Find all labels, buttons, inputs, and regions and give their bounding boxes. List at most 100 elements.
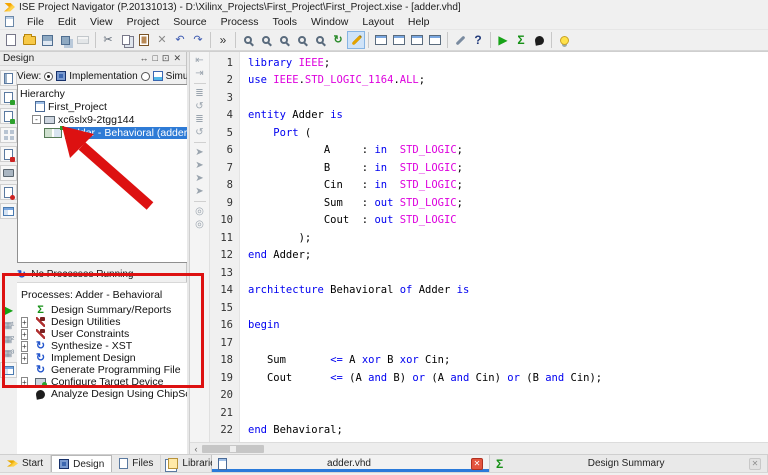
zoom-prev-icon[interactable] [311, 31, 329, 49]
wrench-settings-icon[interactable] [451, 31, 469, 49]
indent-decrease-icon[interactable]: ⇤ [195, 55, 203, 66]
code-line[interactable]: 18 Sum <= A xor B xor Cin; [210, 352, 768, 370]
nav-forward-icon[interactable]: ◎ [195, 219, 204, 230]
zoom-fit-icon[interactable] [275, 31, 293, 49]
menu-item[interactable]: Window [304, 16, 355, 28]
add-source-icon[interactable] [0, 89, 17, 105]
tree-item[interactable]: Adder - Behavioral (adder.vhd) [20, 126, 212, 139]
undo-icon[interactable] [171, 31, 189, 49]
menu-item[interactable]: Edit [51, 16, 83, 28]
expander-icon[interactable]: + [21, 377, 28, 388]
process-view-2-icon[interactable]: ▦² [4, 334, 14, 345]
process-view-3-icon[interactable]: ▦³ [4, 348, 14, 359]
scrollbar-thumb[interactable] [202, 445, 264, 453]
tile-windows-icon[interactable] [408, 31, 426, 49]
code-line[interactable]: 3 [210, 89, 768, 107]
code-line[interactable]: 11 ); [210, 229, 768, 247]
process-table-icon[interactable] [0, 362, 17, 378]
document-tab-adder.vhd[interactable]: adder.vhd✕ [212, 455, 490, 472]
add-copy-of-source-icon[interactable] [0, 108, 17, 124]
expander-icon[interactable]: + [21, 317, 28, 328]
chipscope-icon[interactable] [530, 31, 548, 49]
tips-icon[interactable] [555, 31, 573, 49]
bookmark-next-icon[interactable]: ➤ [195, 160, 203, 171]
close-tab-icon[interactable]: ✕ [471, 458, 483, 470]
code-line[interactable]: 22end Behavioral; [210, 422, 768, 440]
code-line[interactable]: 9 Sum : out STD_LOGIC; [210, 194, 768, 212]
code-line[interactable]: 7 B : in STD_LOGIC; [210, 159, 768, 177]
code-line[interactable]: 17 [210, 334, 768, 352]
process-item[interactable]: Generate Programming File [21, 364, 213, 376]
open-project-icon[interactable] [20, 31, 38, 49]
redo-fold-icon[interactable]: ↺ [195, 127, 203, 138]
code-line[interactable]: 21 [210, 404, 768, 422]
cut-icon[interactable] [99, 31, 117, 49]
snapshot-icon[interactable] [0, 165, 17, 181]
tree-item[interactable]: First_Project [20, 100, 212, 113]
panel-dock-icon[interactable]: ⊡ [160, 54, 172, 63]
save-icon[interactable] [38, 31, 56, 49]
expander-icon[interactable]: + [21, 353, 28, 364]
process-item[interactable]: +Synthesize - XST [21, 340, 213, 352]
editor-horizontal-scrollbar[interactable]: ‹ [190, 442, 768, 454]
zoom-region-icon[interactable] [293, 31, 311, 49]
tree-item[interactable]: -xc6slx9-2tgg144 [20, 113, 212, 126]
float-window-icon[interactable] [426, 31, 444, 49]
new-window-icon[interactable] [372, 31, 390, 49]
process-item[interactable]: +Configure Target Device [21, 376, 213, 388]
menu-item[interactable]: File [20, 16, 51, 28]
code-line[interactable]: 13 [210, 264, 768, 282]
panel-maximize-icon[interactable]: □ [150, 54, 159, 63]
new-source-icon[interactable] [0, 127, 17, 143]
bookmark-prev-icon[interactable]: ➤ [195, 173, 203, 184]
close-tab-icon[interactable]: ✕ [749, 458, 761, 470]
snap-to-grid-icon[interactable] [347, 31, 365, 49]
run-process-side-icon[interactable]: ▶ [4, 303, 13, 317]
expander-icon[interactable]: + [21, 329, 28, 340]
print-icon[interactable] [74, 31, 92, 49]
cascade-windows-icon[interactable] [390, 31, 408, 49]
table-view-icon[interactable] [0, 203, 17, 219]
expander-icon[interactable]: - [32, 115, 41, 124]
view-tab-files[interactable]: Files [112, 455, 161, 472]
bookmark-clear-icon[interactable]: ➤ [195, 186, 203, 197]
code-line[interactable]: 15 [210, 299, 768, 317]
whats-this-help-icon[interactable] [469, 31, 487, 49]
save-all-icon[interactable] [56, 31, 74, 49]
process-view-1-icon[interactable]: ▦¹ [4, 320, 14, 331]
remove-source-icon[interactable] [0, 146, 17, 162]
menu-item[interactable]: Process [214, 16, 266, 28]
code-editor[interactable]: 1library IEEE;2use IEEE.STD_LOGIC_1164.A… [210, 52, 768, 442]
delete-icon[interactable] [153, 31, 171, 49]
document-tab-design-summary[interactable]: Design Summary✕ [490, 455, 768, 472]
zoom-out-icon[interactable] [257, 31, 275, 49]
copy-icon[interactable] [117, 31, 135, 49]
code-line[interactable]: 12end Adder; [210, 247, 768, 265]
code-line[interactable]: 5 Port ( [210, 124, 768, 142]
view-tab-start[interactable]: Start [0, 455, 51, 472]
fold-all-icon[interactable]: ≣ [195, 88, 203, 99]
run-process-icon[interactable] [494, 31, 512, 49]
code-line[interactable]: 1library IEEE; [210, 54, 768, 72]
process-item[interactable]: +Design Utilities [21, 316, 213, 328]
nav-back-icon[interactable]: ◎ [195, 206, 204, 217]
code-line[interactable]: 20 [210, 387, 768, 405]
menu-item[interactable]: Project [120, 16, 167, 28]
redo-icon[interactable] [189, 31, 207, 49]
process-item[interactable]: +User Constraints [21, 328, 213, 340]
view-tab-design[interactable]: Design [51, 455, 112, 472]
process-item[interactable]: +Implement Design [21, 352, 213, 364]
check-syntax-icon[interactable] [0, 184, 17, 200]
simulation-radio[interactable] [141, 72, 150, 81]
bookmark-toggle-icon[interactable]: ➤ [195, 147, 203, 158]
process-item[interactable]: Analyze Design Using ChipScope [21, 388, 213, 400]
undo-fold-icon[interactable]: ↺ [195, 101, 203, 112]
code-line[interactable]: 8 Cin : in STD_LOGIC; [210, 177, 768, 195]
panel-close-icon[interactable]: ✕ [171, 54, 183, 63]
scroll-left-icon[interactable]: ‹ [190, 444, 202, 454]
menu-item[interactable]: Source [166, 16, 213, 28]
more-buttons-icon[interactable] [214, 31, 232, 49]
expander-icon[interactable]: + [21, 341, 28, 352]
implementation-radio[interactable] [44, 72, 53, 81]
code-line[interactable]: 2use IEEE.STD_LOGIC_1164.ALL; [210, 72, 768, 90]
